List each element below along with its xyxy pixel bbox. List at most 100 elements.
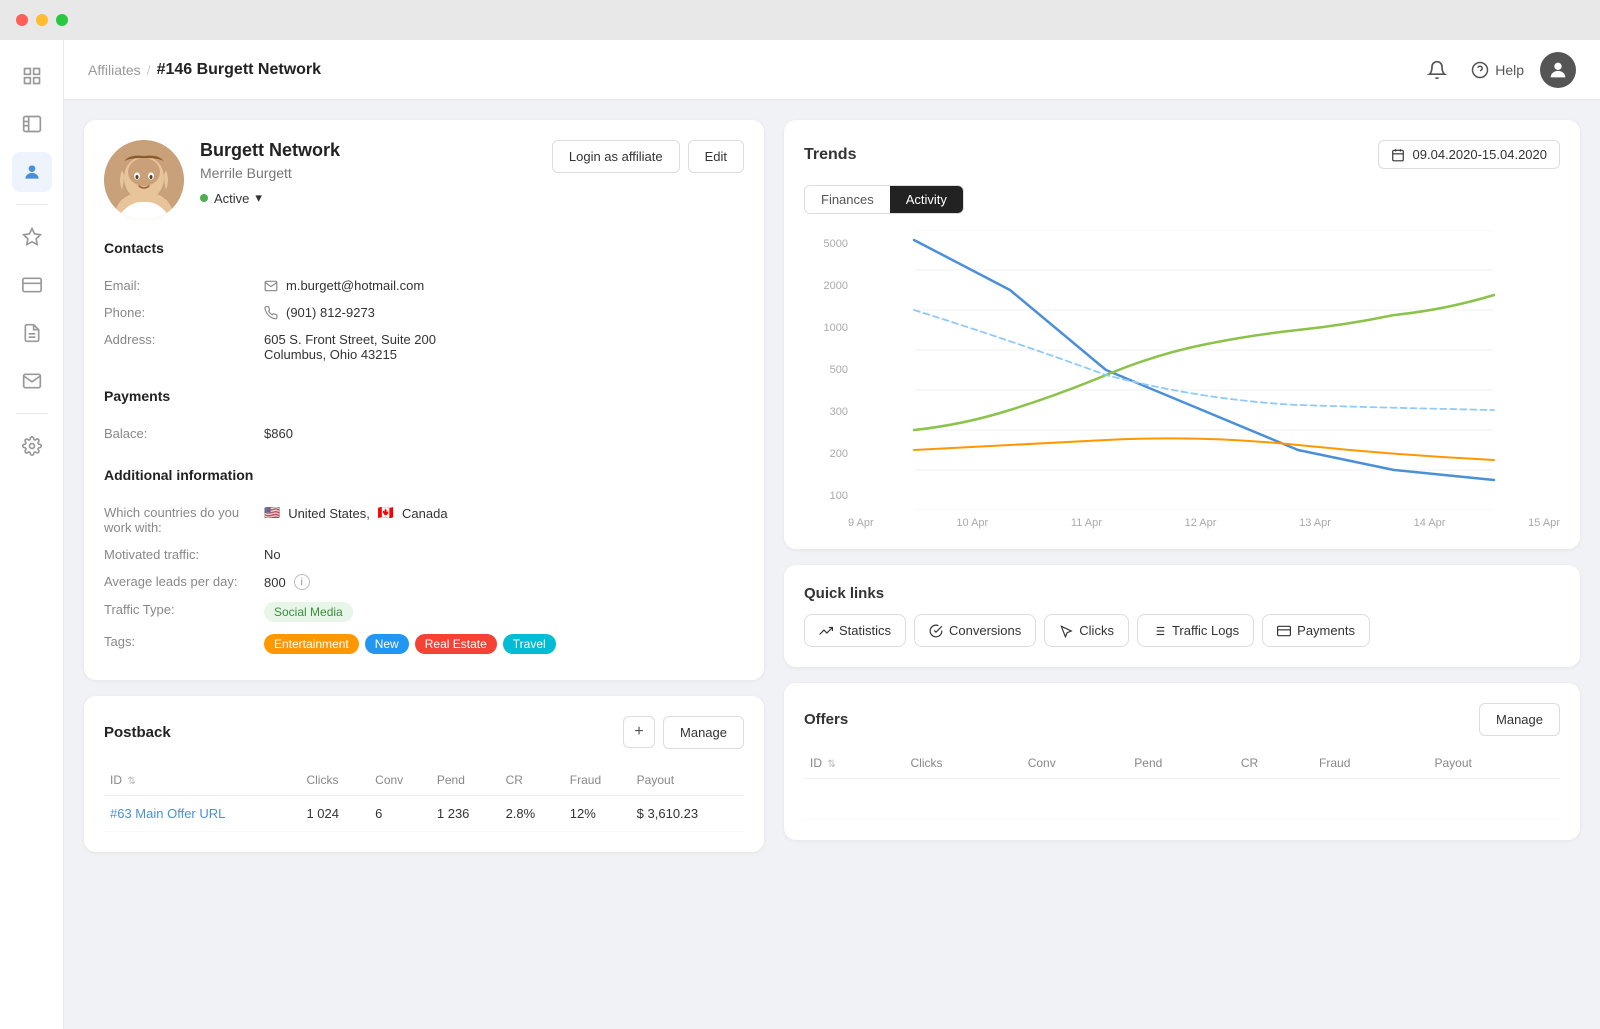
tag-new: New — [365, 634, 409, 654]
offers-col-cr: CR — [1235, 748, 1313, 779]
address-value: 605 S. Front Street, Suite 200 Columbus,… — [264, 332, 436, 362]
quick-link-payments[interactable]: Payments — [1262, 614, 1370, 647]
col-cr: CR — [500, 765, 564, 796]
y-label-100: 100 — [804, 490, 848, 502]
cursor-icon — [1059, 624, 1073, 638]
avatar[interactable] — [1540, 52, 1576, 88]
maximize-dot — [56, 14, 68, 26]
sidebar-item-settings[interactable] — [12, 426, 52, 466]
ca-label: Canada — [402, 506, 448, 521]
notifications-button[interactable] — [1419, 52, 1455, 88]
offers-empty-state — [804, 779, 1560, 820]
tag-entertainment: Entertainment — [264, 634, 359, 654]
phone-label: Phone: — [104, 305, 264, 320]
sort-icon: ⇅ — [827, 759, 835, 770]
contacts-section-title: Contacts — [104, 240, 744, 256]
row-id: #63 Main Offer URL — [104, 796, 300, 832]
postback-add-button[interactable]: + — [623, 716, 655, 748]
status-badge[interactable]: Active ▾ — [200, 190, 262, 206]
quick-link-traffic-logs[interactable]: Traffic Logs — [1137, 614, 1254, 647]
chart-icon — [819, 624, 833, 638]
breadcrumb-affiliates-link[interactable]: Affiliates — [88, 62, 141, 78]
y-label-5000: 5000 — [804, 238, 848, 250]
table-row: #63 Main Offer URL 1 024 6 1 236 2.8% 12… — [104, 796, 744, 832]
sidebar-item-offers[interactable] — [12, 217, 52, 257]
help-button[interactable]: Help — [1471, 61, 1524, 79]
sidebar — [0, 40, 64, 1029]
main-area: Affiliates / #146 Burgett Network Help — [64, 40, 1600, 1029]
traffic-label: Traffic Type: — [104, 602, 264, 617]
sidebar-item-payments[interactable] — [12, 265, 52, 305]
tags-row: Tags: Entertainment New Real Estate Trav… — [104, 628, 744, 660]
tab-finances[interactable]: Finances — [805, 186, 890, 213]
topnav-actions: Help — [1419, 52, 1576, 88]
quick-link-statistics[interactable]: Statistics — [804, 614, 906, 647]
col-clicks: Clicks — [300, 765, 369, 796]
statistics-label: Statistics — [839, 623, 891, 638]
check-circle-icon — [929, 624, 943, 638]
offers-table: ID ⇅ Clicks Conv Pend CR Fraud Payout — [804, 748, 1560, 820]
tags-value: Entertainment New Real Estate Travel — [264, 634, 556, 654]
sidebar-item-affiliates[interactable] — [12, 152, 52, 192]
status-label: Active — [214, 191, 249, 206]
offers-manage-button[interactable]: Manage — [1479, 703, 1560, 736]
sidebar-item-dashboard[interactable] — [12, 56, 52, 96]
quick-link-clicks[interactable]: Clicks — [1044, 614, 1129, 647]
quick-link-conversions[interactable]: Conversions — [914, 614, 1036, 647]
offers-col-clicks: Clicks — [905, 748, 1022, 779]
row-clicks: 1 024 — [300, 796, 369, 832]
col-fraud: Fraud — [564, 765, 631, 796]
credit-card-icon — [1277, 624, 1291, 638]
sidebar-divider-2 — [16, 413, 48, 414]
clicks-label: Clicks — [1079, 623, 1114, 638]
trends-title: Trends — [804, 146, 856, 164]
login-as-affiliate-button[interactable]: Login as affiliate — [552, 140, 680, 173]
postback-manage-button[interactable]: Manage — [663, 716, 744, 749]
sidebar-item-mail[interactable] — [12, 361, 52, 401]
profile-header: Burgett Network Merrile Burgett Active ▾… — [104, 140, 744, 220]
tab-activity[interactable]: Activity — [890, 186, 963, 213]
motivated-row: Motivated traffic: No — [104, 541, 744, 568]
postback-actions: + Manage — [623, 716, 744, 749]
postback-card: Postback + Manage ID ⇅ Clicks Conv — [84, 696, 764, 852]
x-label-10apr: 10 Apr — [956, 517, 988, 529]
sidebar-item-contacts[interactable] — [12, 104, 52, 144]
tag-real-estate: Real Estate — [415, 634, 497, 654]
address-label: Address: — [104, 332, 264, 347]
tag-travel: Travel — [503, 634, 556, 654]
x-label-9apr: 9 Apr — [848, 517, 874, 529]
sidebar-item-reports[interactable] — [12, 313, 52, 353]
y-label-200: 200 — [804, 448, 848, 460]
breadcrumb-separator: / — [147, 62, 151, 78]
offer-link[interactable]: #63 Main Offer URL — [110, 806, 225, 821]
email-value: m.burgett@hotmail.com — [264, 278, 424, 293]
date-range-button[interactable]: 09.04.2020-15.04.2020 — [1378, 140, 1560, 169]
traffic-logs-label: Traffic Logs — [1172, 623, 1239, 638]
profile-name: Burgett Network — [200, 140, 536, 161]
avatar — [104, 140, 184, 220]
ca-flag: 🇨🇦 — [378, 505, 394, 521]
email-row: Email: m.burgett@hotmail.com — [104, 272, 744, 299]
leads-label: Average leads per day: — [104, 574, 264, 589]
left-panel: Burgett Network Merrile Burgett Active ▾… — [84, 120, 764, 1009]
x-label-15apr: 15 Apr — [1528, 517, 1560, 529]
x-label-14apr: 14 Apr — [1414, 517, 1446, 529]
table-header-row: ID ⇅ Clicks Conv Pend CR Fraud Payout — [104, 765, 744, 796]
phone-icon — [264, 306, 278, 320]
quick-links-card: Quick links Statistics Conversions Cl — [784, 565, 1580, 667]
tags-label: Tags: — [104, 634, 264, 649]
edit-button[interactable]: Edit — [688, 140, 744, 173]
row-payout: $ 3,610.23 — [631, 796, 744, 832]
mail-icon — [264, 279, 278, 293]
profile-info: Burgett Network Merrile Burgett Active ▾ — [200, 140, 536, 206]
postback-table: ID ⇅ Clicks Conv Pend CR Fraud Payout — [104, 765, 744, 832]
profile-card: Burgett Network Merrile Burgett Active ▾… — [84, 120, 764, 680]
content-area: Burgett Network Merrile Burgett Active ▾… — [64, 100, 1600, 1029]
countries-row: Which countries do you work with: 🇺🇸 Uni… — [104, 499, 744, 541]
titlebar — [0, 0, 1600, 40]
us-flag: 🇺🇸 — [264, 505, 280, 521]
us-label: United States, — [288, 506, 370, 521]
sidebar-divider — [16, 204, 48, 205]
app-shell: Affiliates / #146 Burgett Network Help — [0, 40, 1600, 1029]
x-label-13apr: 13 Apr — [1299, 517, 1331, 529]
